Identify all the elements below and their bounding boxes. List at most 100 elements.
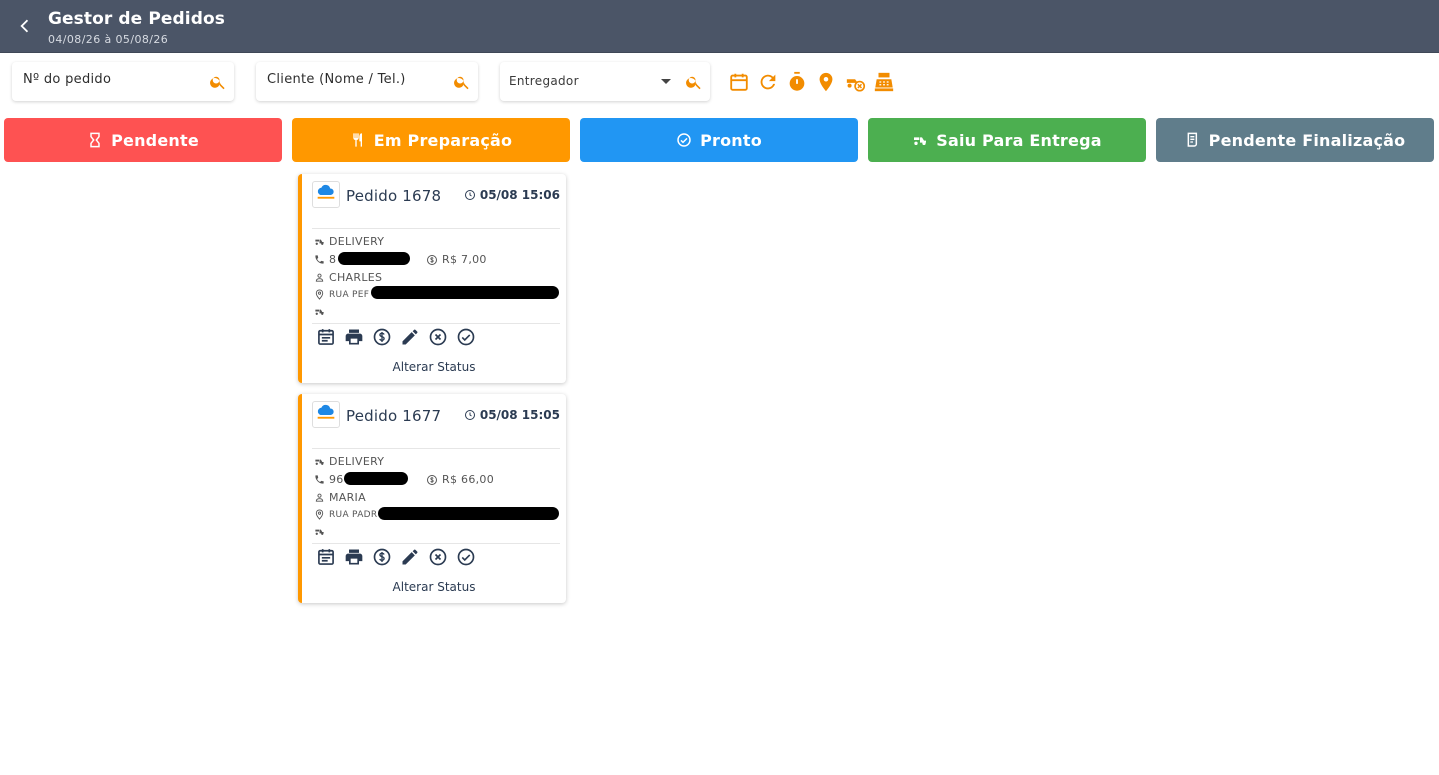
tab-em-preparacao[interactable]: Em Preparação: [292, 118, 570, 162]
order-number-placeholder: Nº do pedido: [23, 72, 112, 87]
divider: [312, 323, 560, 324]
edit-icon[interactable]: [400, 327, 420, 347]
timer-icon[interactable]: [786, 71, 808, 93]
address-row: RUA PEF: [314, 289, 369, 300]
confirm-icon[interactable]: [456, 547, 476, 567]
edit-icon[interactable]: [400, 547, 420, 567]
redaction-bar: [371, 286, 559, 299]
calendar-icon[interactable]: [728, 71, 750, 93]
phone-icon: [315, 475, 324, 484]
money-icon: [427, 474, 437, 485]
phone-row: 8: [314, 253, 336, 266]
search-icon[interactable]: [685, 73, 703, 91]
deliverer-row: [314, 526, 325, 537]
deliverer-label: Entregador: [509, 74, 579, 88]
order-details-icon[interactable]: [316, 547, 336, 567]
order-value: R$ 66,00: [442, 473, 495, 486]
order-number-field[interactable]: Nº do pedido: [12, 62, 234, 101]
order-time: 05/08 15:06: [464, 188, 560, 202]
order-actions: [316, 547, 476, 567]
scooter-icon: [315, 459, 324, 465]
customer-name: MARIA: [329, 491, 366, 504]
client-placeholder: Cliente (Nome / Tel.): [267, 72, 406, 87]
store-logo: [312, 181, 340, 208]
customer-name: CHARLES: [329, 271, 383, 284]
redaction-bar: [344, 472, 408, 485]
customer-row: CHARLES: [314, 271, 382, 284]
phone-icon: [315, 255, 324, 264]
tab-saiu-para-entrega[interactable]: Saiu Para Entrega: [868, 118, 1146, 162]
order-type: DELIVERY: [329, 235, 385, 248]
phone-number: 8: [329, 253, 337, 266]
order-time-text: 05/08 15:05: [479, 408, 560, 422]
search-icon[interactable]: [453, 73, 471, 91]
back-arrow-icon[interactable]: [14, 15, 36, 37]
check-circle-icon: [677, 133, 691, 147]
order-card[interactable]: Pedido 1678 05/08 15:06 DELIVERY 8 R$ 7,…: [298, 174, 566, 383]
order-value: R$ 7,00: [442, 253, 487, 266]
location-pin-icon[interactable]: [815, 71, 837, 93]
delivery-cancel-icon[interactable]: [844, 71, 868, 93]
address: RUA PEF: [329, 289, 370, 300]
order-actions: [316, 327, 476, 347]
order-value-row: R$ 66,00: [426, 473, 494, 486]
scooter-icon: [315, 239, 324, 245]
payment-icon[interactable]: [372, 327, 392, 347]
tab-pronto[interactable]: Pronto: [580, 118, 858, 162]
cash-register-icon[interactable]: [873, 71, 895, 93]
money-icon: [427, 254, 437, 265]
address-row: RUA PADR: [314, 509, 377, 520]
divider: [312, 228, 560, 229]
location-pin-icon: [315, 289, 324, 300]
order-type-row: DELIVERY: [314, 235, 384, 248]
tab-pendente-finalizacao[interactable]: Pendente Finalização: [1156, 118, 1434, 162]
order-value-row: R$ 7,00: [426, 253, 487, 266]
confirm-icon[interactable]: [456, 327, 476, 347]
cutlery-icon: [353, 133, 362, 147]
phone-number: 96: [329, 473, 344, 486]
location-pin-icon: [315, 509, 324, 520]
hourglass-icon: [90, 132, 100, 148]
tab-label: Pendente: [111, 130, 199, 150]
address: RUA PADR: [329, 509, 378, 520]
deliverer-select[interactable]: Entregador: [500, 62, 710, 101]
tab-label: Pendente Finalização: [1208, 130, 1406, 150]
tab-label: Pronto: [700, 130, 762, 150]
order-time-text: 05/08 15:06: [479, 188, 560, 202]
cancel-icon[interactable]: [428, 547, 448, 567]
order-title[interactable]: Pedido 1677: [346, 407, 441, 425]
order-title[interactable]: Pedido 1678: [346, 187, 441, 205]
print-icon[interactable]: [344, 547, 364, 567]
person-icon: [315, 273, 324, 282]
date-range: 04/08/26 à 05/08/26: [48, 33, 169, 46]
search-icon[interactable]: [209, 73, 227, 91]
top-app-bar: Gestor de Pedidos 04/08/26 à 05/08/26: [0, 0, 1439, 53]
scooter-icon: [914, 137, 927, 145]
order-type: DELIVERY: [329, 455, 385, 468]
alter-status-button[interactable]: Alterar Status: [302, 360, 566, 374]
deliverer-row: [314, 306, 325, 317]
cancel-icon[interactable]: [428, 327, 448, 347]
order-time: 05/08 15:05: [464, 408, 560, 422]
receipt-icon: [1187, 132, 1197, 147]
order-type-row: DELIVERY: [314, 455, 384, 468]
tab-label: Em Preparação: [373, 130, 513, 150]
payment-icon[interactable]: [372, 547, 392, 567]
phone-row: 96: [314, 473, 344, 486]
divider: [312, 543, 560, 544]
tab-pendente[interactable]: Pendente: [4, 118, 282, 162]
print-icon[interactable]: [344, 327, 364, 347]
customer-row: MARIA: [314, 491, 366, 504]
order-card[interactable]: Pedido 1677 05/08 15:05 DELIVERY 96 R$ 6…: [298, 394, 566, 603]
divider: [312, 448, 560, 449]
scooter-icon: [315, 309, 324, 315]
redaction-bar: [378, 507, 559, 520]
order-details-icon[interactable]: [316, 327, 336, 347]
chevron-down-icon[interactable]: [661, 79, 671, 84]
store-logo: [312, 401, 340, 428]
alter-status-button[interactable]: Alterar Status: [302, 580, 566, 594]
tab-label: Saiu Para Entrega: [936, 130, 1102, 150]
refresh-icon[interactable]: [757, 71, 779, 93]
page-title: Gestor de Pedidos: [48, 9, 225, 29]
client-search-field[interactable]: Cliente (Nome / Tel.): [256, 62, 478, 101]
